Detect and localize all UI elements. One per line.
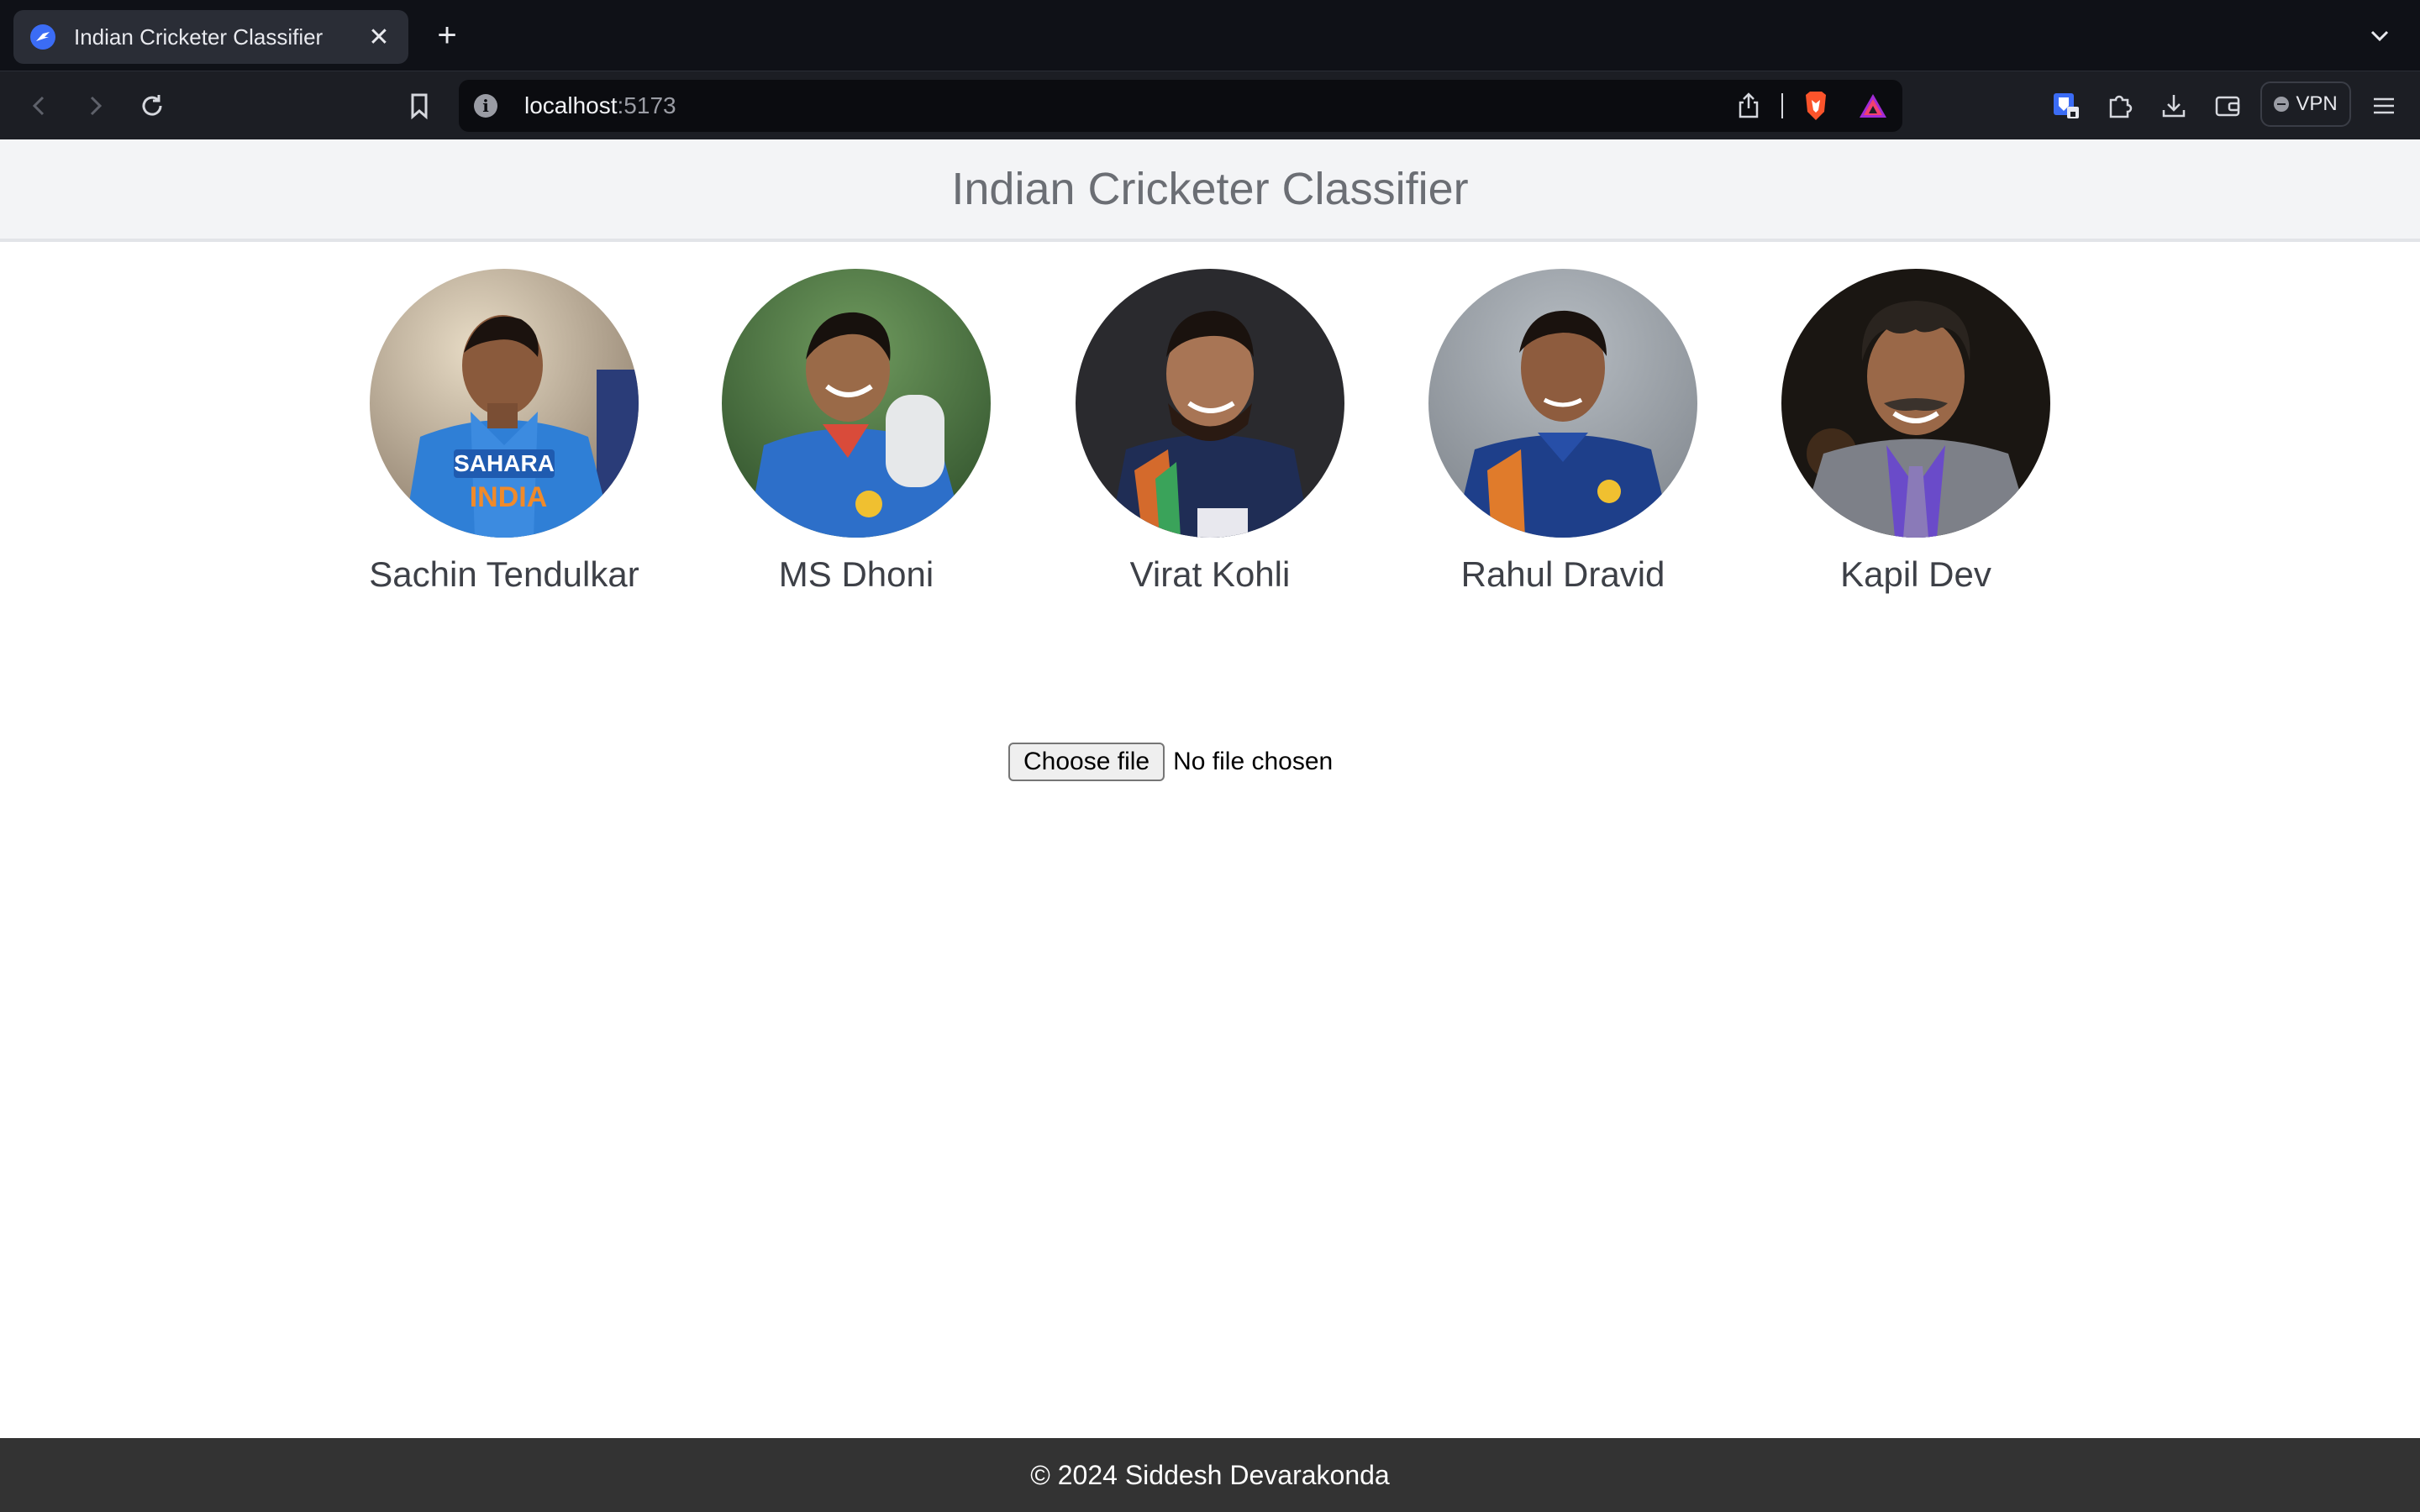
url-text: localhost:5173: [524, 92, 676, 120]
extensions-icon[interactable]: [2102, 88, 2138, 123]
brave-rewards-icon[interactable]: [1855, 88, 1891, 123]
player-gallery: SAHARA INDIA Sachin Tendulkar MS Dhoni V…: [0, 269, 2420, 605]
player-name: Sachin Tendulkar: [369, 554, 639, 594]
menu-icon[interactable]: [2366, 88, 2402, 123]
tab-list-chevron-icon[interactable]: [2365, 20, 2395, 50]
player-photo: [722, 269, 991, 538]
vpn-label: VPN: [2296, 92, 2338, 115]
player-photo: [1076, 269, 1344, 538]
player-photo: [1781, 269, 2050, 538]
wallet-icon[interactable]: [2210, 88, 2245, 123]
page-title: Indian Cricketer Classifier: [951, 164, 1469, 214]
info-icon[interactable]: i: [474, 94, 497, 118]
bitwarden-icon[interactable]: [2049, 88, 2084, 123]
player-card: Rahul Dravid: [1386, 269, 1739, 595]
vpn-button[interactable]: VPN: [2260, 81, 2351, 127]
player-name: Kapil Dev: [1840, 554, 1991, 594]
url-host: localhost: [524, 92, 618, 118]
tab-close-icon[interactable]: ✕: [366, 23, 392, 52]
player-name: MS Dhoni: [778, 554, 934, 594]
forward-icon[interactable]: [77, 88, 113, 123]
svg-text:SAHARA: SAHARA: [454, 450, 555, 476]
player-photo: SAHARA INDIA: [370, 269, 639, 538]
svg-text:INDIA: INDIA: [470, 481, 548, 513]
brave-shield-icon[interactable]: [1798, 88, 1833, 123]
player-card: Virat Kohli: [1034, 269, 1386, 595]
back-icon[interactable]: [22, 88, 57, 123]
bookmark-icon[interactable]: [402, 88, 437, 123]
site-favicon-icon: [30, 24, 55, 50]
player-card: SAHARA INDIA Sachin Tendulkar: [328, 269, 681, 595]
choose-file-button[interactable]: Choose file: [1008, 743, 1165, 781]
browser-tab-bar: Indian Cricketer Classifier ✕ +: [0, 0, 2420, 71]
player-name: Virat Kohli: [1129, 554, 1291, 594]
file-upload: Choose file No file chosen: [1008, 743, 1333, 781]
player-name: Rahul Dravid: [1460, 554, 1665, 594]
file-status: No file chosen: [1173, 748, 1334, 775]
browser-tab[interactable]: Indian Cricketer Classifier ✕: [13, 10, 408, 64]
footer-copyright: © 2024 Siddesh Devarakonda: [1030, 1459, 1390, 1490]
page-header: Indian Cricketer Classifier: [0, 139, 2420, 242]
player-card: Kapil Dev: [1739, 269, 2092, 595]
downloads-icon[interactable]: [2156, 88, 2191, 123]
url-port: :5173: [617, 92, 676, 118]
browser-toolbar: i localhost:5173 VPN: [0, 71, 2420, 140]
player-card: MS Dhoni: [680, 269, 1033, 595]
new-tab-button[interactable]: +: [430, 17, 464, 54]
url-divider: [1781, 93, 1783, 118]
address-bar[interactable]: i localhost:5173: [459, 80, 1902, 132]
player-photo: [1428, 269, 1697, 538]
reload-icon[interactable]: [134, 88, 170, 123]
tab-title: Indian Cricketer Classifier: [74, 24, 324, 50]
vpn-status-icon: [2274, 97, 2290, 112]
page-footer: © 2024 Siddesh Devarakonda: [0, 1438, 2420, 1512]
share-icon[interactable]: [1731, 88, 1766, 123]
